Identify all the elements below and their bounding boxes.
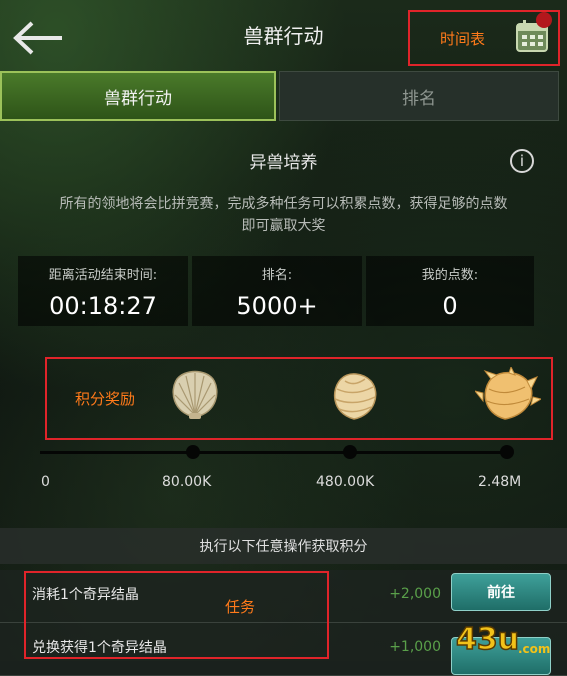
tab-ranking[interactable]: 排名	[279, 71, 559, 121]
tab-bar: 兽群行动 排名	[0, 70, 559, 122]
progress-marker	[500, 445, 514, 459]
task-reward: +2,000	[389, 586, 441, 602]
description-line-2: 即可赢取大奖	[241, 218, 326, 234]
stat-points: 我的点数: 0	[366, 256, 534, 326]
site-watermark-logo: 43u .com	[455, 621, 550, 658]
stat-label: 我的点数:	[421, 268, 479, 283]
tick-label: 80.00K	[162, 474, 212, 490]
info-button[interactable]: i	[510, 149, 534, 173]
event-description: 所有的领地将会比拼竞赛，完成多种任务可以积累点数，获得足够的点数 即可赢取大奖	[20, 193, 547, 237]
tick-label: 480.00K	[316, 474, 375, 490]
rewards-annotation-label: 积分奖励	[75, 390, 136, 408]
tick-label: 2.48M	[478, 474, 522, 490]
tick-label: 0	[41, 474, 50, 490]
stat-countdown: 距离活动结束时间: 00:18:27	[18, 256, 188, 326]
tab-beast-action[interactable]: 兽群行动	[0, 71, 276, 121]
stat-rank: 排名: 5000+	[192, 256, 362, 326]
task-section-header: 执行以下任意操作获取积分	[0, 528, 567, 564]
reward-progress-track	[40, 451, 510, 454]
stat-value: 5000+	[236, 292, 318, 320]
stat-value: 0	[442, 292, 458, 320]
description-line-1: 所有的领地将会比拼竞赛，完成多种任务可以积累点数，获得足够的点数	[59, 196, 508, 212]
timetable-annotation-label: 时间表	[440, 30, 486, 48]
go-button[interactable]: 前往	[451, 573, 551, 611]
event-title: 异兽培养	[249, 153, 318, 173]
info-icon: i	[519, 152, 525, 170]
stat-label: 距离活动结束时间:	[48, 268, 158, 283]
tasks-annotation-label: 任务	[225, 598, 256, 616]
tasks-annotation-box	[24, 571, 329, 659]
stat-label: 排名:	[261, 268, 293, 283]
svg-text:.com: .com	[518, 642, 550, 656]
stat-value: 00:18:27	[49, 292, 157, 320]
svg-text:43u: 43u	[456, 622, 519, 657]
progress-marker	[343, 445, 357, 459]
progress-marker	[186, 445, 200, 459]
task-reward: +1,000	[389, 639, 441, 655]
